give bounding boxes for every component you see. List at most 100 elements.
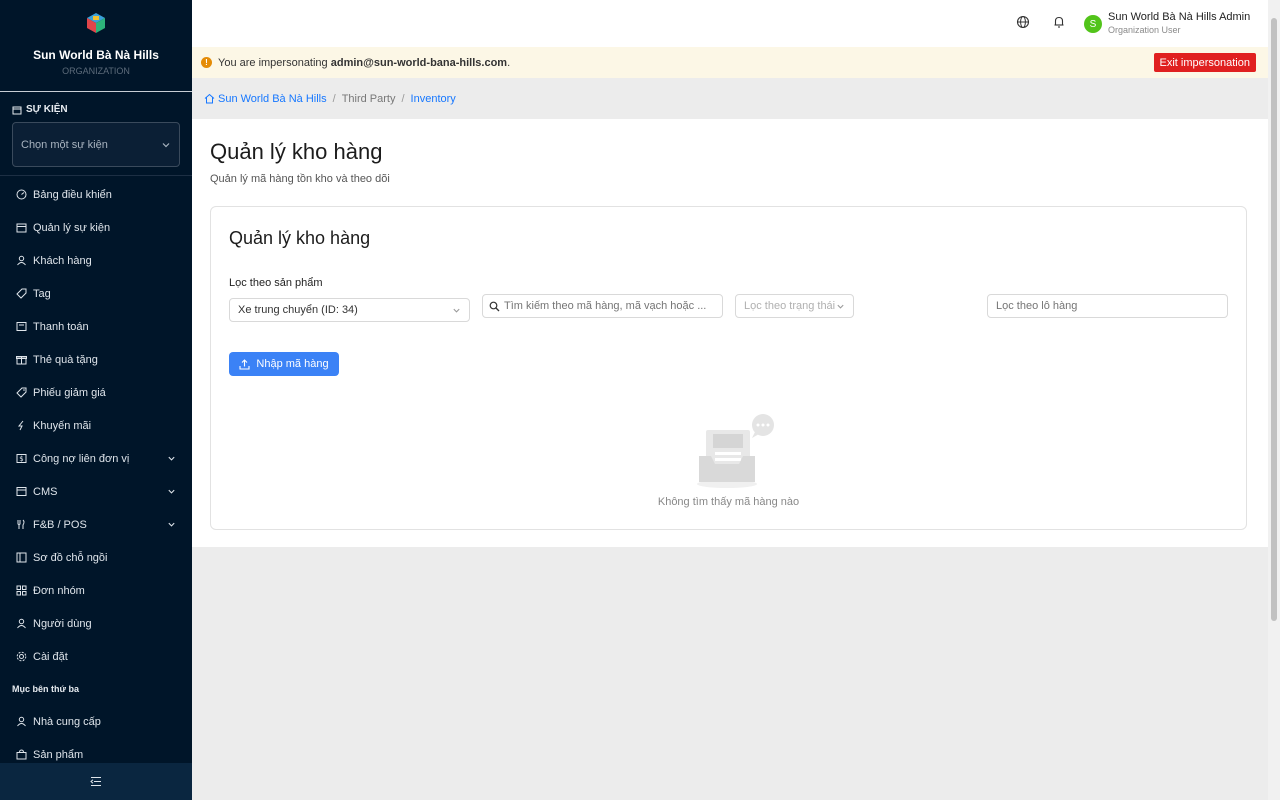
sidebar-item-label: Quản lý sự kiện xyxy=(33,221,111,234)
sidebar-item-debt[interactable]: $ Công nợ liên đơn vị xyxy=(0,442,192,475)
status-filter-select[interactable]: Lọc theo trạng thái xyxy=(735,294,854,318)
user-name[interactable]: Sun World Bà Nà Hills Admin xyxy=(1108,11,1250,23)
sidebar-item-label: Sản phẩm xyxy=(33,748,84,761)
sidebar-item-label: Tag xyxy=(33,287,51,300)
sidebar-nav: Bảng điều khiển Quản lý sự kiện Khách hà… xyxy=(0,178,192,771)
sidebar-item-label: Khuyến mãi xyxy=(33,419,92,432)
brand: Sun World Bà Nà Hills ORGANIZATION xyxy=(0,0,192,92)
product-filter-value: Xe trung chuyển (ID: 34) xyxy=(238,304,358,316)
upload-icon xyxy=(239,358,250,370)
search-input[interactable] xyxy=(504,300,716,312)
sidebar-item-label: Thanh toán xyxy=(33,320,89,333)
chevron-down-icon xyxy=(168,456,175,461)
batch-filter-field[interactable] xyxy=(987,294,1228,318)
food-icon xyxy=(15,519,27,531)
batch-filter-input[interactable] xyxy=(996,300,1219,312)
sidebar-item-label: F&B / POS xyxy=(33,518,87,531)
impersonation-suffix: . xyxy=(507,56,511,69)
sidebar-item-promotion[interactable]: Khuyến mãi xyxy=(0,409,192,442)
cms-icon xyxy=(15,486,27,498)
bell-icon[interactable] xyxy=(1053,15,1065,29)
logo-cube-icon xyxy=(87,13,105,33)
chevron-down-icon xyxy=(168,522,175,527)
sidebar-collapse-button[interactable] xyxy=(0,763,192,800)
sidebar-item-fnb-pos[interactable]: F&B / POS xyxy=(0,508,192,541)
tag-icon xyxy=(15,288,27,300)
exit-impersonation-button[interactable]: Exit impersonation xyxy=(1153,53,1256,72)
empty-inbox-icon xyxy=(697,414,774,488)
sidebar-item-customers[interactable]: Khách hàng xyxy=(0,244,192,277)
globe-icon[interactable] xyxy=(1016,15,1030,29)
top-bar: S Sun World Bà Nà Hills Admin Organizati… xyxy=(192,0,1268,47)
gift-icon xyxy=(15,354,27,366)
sidebar-item-label: Công nợ liên đơn vị xyxy=(33,452,130,465)
breadcrumb-home[interactable]: Sun World Bà Nà Hills xyxy=(218,93,327,105)
sidebar-item-gift-card[interactable]: Thẻ quà tặng xyxy=(0,343,192,376)
sidebar-item-label: Người dùng xyxy=(33,617,92,630)
breadcrumb-separator: / xyxy=(332,92,336,105)
seating-icon xyxy=(15,552,27,564)
debt-icon: $ xyxy=(15,453,27,465)
page-scrollbar[interactable] xyxy=(1268,0,1280,800)
event-select-placeholder: Chọn một sự kiện xyxy=(21,138,108,151)
product-filter-select[interactable]: Xe trung chuyển (ID: 34) xyxy=(229,298,470,322)
sidebar-item-group-orders[interactable]: Đơn nhóm xyxy=(0,574,192,607)
sidebar-item-label: Đơn nhóm xyxy=(33,584,85,597)
sidebar-item-events[interactable]: Quản lý sự kiện xyxy=(0,211,192,244)
card-title: Quản lý kho hàng xyxy=(229,228,371,248)
sidebar-group-third-party: Mục bên thứ ba xyxy=(12,684,80,694)
sidebar-item-tag[interactable]: Tag xyxy=(0,277,192,310)
chevron-down-icon xyxy=(168,489,175,494)
sidebar-item-dashboard[interactable]: Bảng điều khiển xyxy=(0,178,192,211)
menu-fold-icon xyxy=(90,777,101,786)
settings-icon xyxy=(15,651,27,663)
search-icon xyxy=(489,301,500,311)
event-select[interactable]: Chọn một sự kiện xyxy=(12,122,180,167)
sidebar-item-coupon[interactable]: Phiếu giảm giá xyxy=(0,376,192,409)
calendar-icon xyxy=(12,106,22,114)
search-field[interactable] xyxy=(482,294,723,318)
sidebar-item-settings[interactable]: Cài đặt xyxy=(0,640,192,673)
avatar[interactable]: S xyxy=(1084,15,1102,33)
sidebar-item-users[interactable]: Người dùng xyxy=(0,607,192,640)
warning-icon: ! xyxy=(201,57,212,68)
breadcrumb-separator: / xyxy=(401,92,405,105)
svg-text:$: $ xyxy=(19,455,23,463)
import-sku-label: Nhập mã hàng xyxy=(256,358,329,370)
sidebar-item-payment[interactable]: Thanh toán xyxy=(0,310,192,343)
grid-icon xyxy=(15,585,27,597)
page-subtitle: Quản lý mã hàng tồn kho và theo dõi xyxy=(210,173,390,185)
sidebar-item-label: CMS xyxy=(33,485,58,498)
brand-subtitle: ORGANIZATION xyxy=(62,66,130,76)
chevron-down-icon xyxy=(162,142,170,147)
impersonation-banner: ! You are impersonating admin@sun-world-… xyxy=(192,47,1268,78)
page-title: Quản lý kho hàng xyxy=(210,139,383,164)
sidebar: Sun World Bà Nà Hills ORGANIZATION SỰ KI… xyxy=(0,0,192,800)
import-sku-button[interactable]: Nhập mã hàng xyxy=(229,352,339,376)
breadcrumb-third-party: Third Party xyxy=(341,92,396,105)
breadcrumb: Sun World Bà Nà Hills / Third Party / In… xyxy=(192,78,1268,119)
event-section: SỰ KIỆN Chọn một sự kiện xyxy=(0,92,192,176)
status-filter-placeholder: Lọc theo trạng thái xyxy=(744,300,836,312)
chevron-down-icon xyxy=(453,308,460,313)
sidebar-item-label: Sơ đồ chỗ ngồi xyxy=(33,551,108,564)
home-icon[interactable] xyxy=(204,93,215,104)
sidebar-item-seating[interactable]: Sơ đồ chỗ ngồi xyxy=(0,541,192,574)
breadcrumb-inventory[interactable]: Inventory xyxy=(411,93,456,105)
sidebar-item-label: Nhà cung cấp xyxy=(33,715,101,728)
user-icon xyxy=(15,255,27,267)
supplier-icon xyxy=(15,716,27,728)
sidebar-item-label: Khách hàng xyxy=(33,254,92,267)
event-section-label: SỰ KIỆN xyxy=(12,104,68,115)
dashboard-icon xyxy=(15,189,27,201)
sidebar-item-label: Thẻ quà tặng xyxy=(33,353,98,366)
sidebar-item-cms[interactable]: CMS xyxy=(0,475,192,508)
product-icon xyxy=(15,749,27,761)
user-role: Organization User xyxy=(1108,25,1181,35)
impersonation-email: admin@sun-world-bana-hills.com xyxy=(330,56,508,69)
calendar-icon xyxy=(15,222,27,234)
scrollbar-thumb[interactable] xyxy=(1271,18,1277,621)
chevron-down-icon xyxy=(837,304,844,309)
sidebar-item-suppliers[interactable]: Nhà cung cấp xyxy=(0,705,192,738)
sidebar-item-label: Phiếu giảm giá xyxy=(33,386,106,399)
